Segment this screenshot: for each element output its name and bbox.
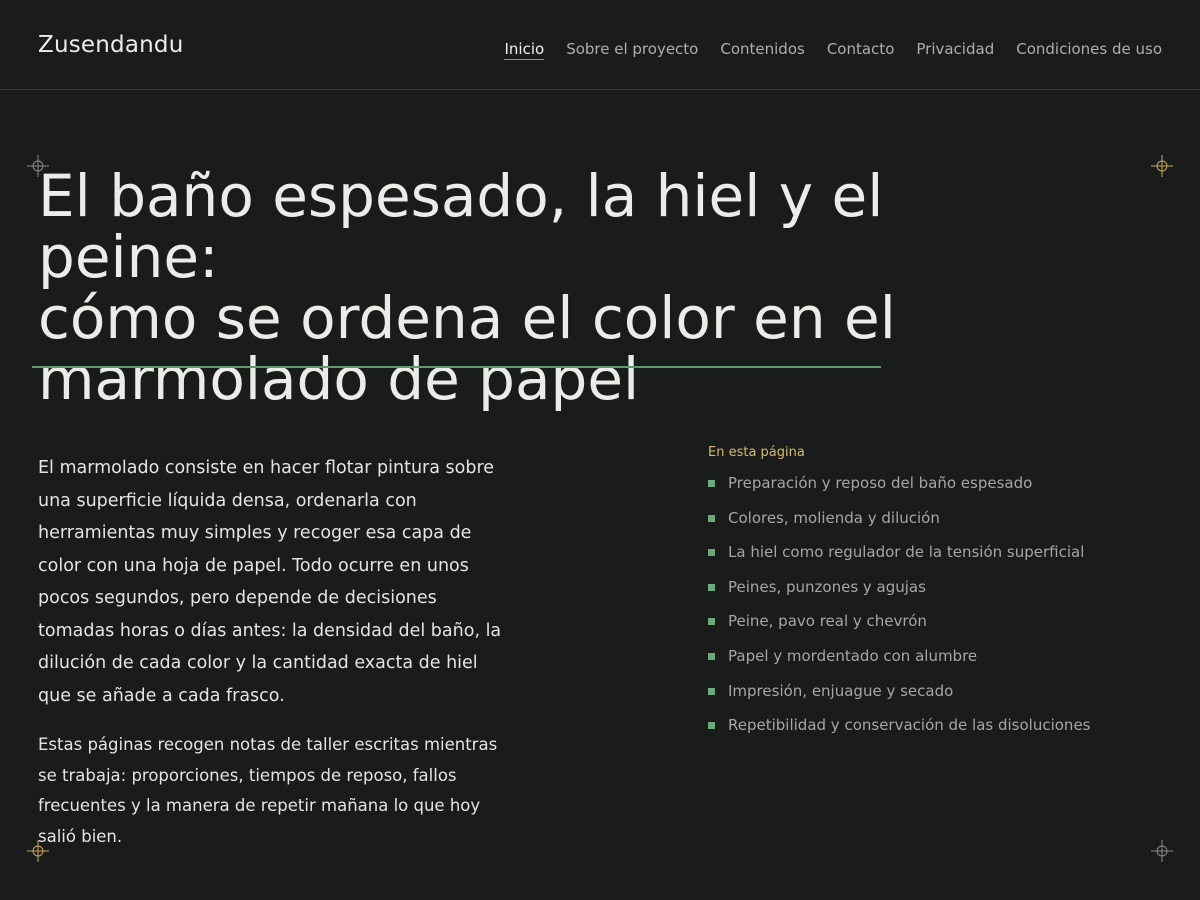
square-bullet-icon [708,583,715,591]
square-bullet-icon [708,652,715,660]
toc-link[interactable]: Colores, molienda y dilución [728,509,940,527]
toc-link[interactable]: Peines, punzones y agujas [728,578,926,596]
page-title: El baño espesado, la hiel y el peine: có… [38,166,918,410]
square-bullet-icon [708,687,715,695]
nav-link-sobre-el-proyecto[interactable]: Sobre el proyecto [566,40,698,60]
crosshair-icon [1151,840,1173,862]
crosshair-icon [1151,155,1173,177]
intro-section: El marmolado consiste en hacer flotar pi… [38,452,508,852]
page-title-line: El baño espesado, la hiel y el [38,162,884,230]
toc-item: Papel y mordentado con alumbre [708,647,1148,682]
site-header: Zusendandu Inicio Sobre el proyecto Cont… [0,0,1200,90]
page-title-line: marmolado de papel [38,345,640,413]
nav-link-inicio[interactable]: Inicio [504,40,545,60]
toc-list: Preparación y reposo del baño espesado C… [708,474,1148,751]
toc-item: Peine, pavo real y chevrón [708,612,1148,647]
square-bullet-icon [708,618,715,626]
toc-link[interactable]: Impresión, enjuague y secado [728,682,953,700]
intro-paragraph: El marmolado consiste en hacer flotar pi… [38,458,502,706]
nav-link-privacidad[interactable]: Privacidad [916,40,994,60]
nav-link-contacto[interactable]: Contacto [827,40,895,60]
toc-item: Preparación y reposo del baño espesado [708,474,1148,509]
toc-item: Peines, punzones y agujas [708,578,1148,613]
toc-link[interactable]: Preparación y reposo del baño espesado [728,474,1032,492]
nav-link-condiciones-de-uso[interactable]: Condiciones de uso [1016,40,1162,60]
title-underline-rule [32,366,881,368]
page-title-line: peine: [38,223,219,291]
square-bullet-icon [708,514,715,522]
main-nav: Inicio Sobre el proyecto Contenidos Cont… [482,40,1162,60]
square-bullet-icon [708,480,715,487]
toc-link[interactable]: Peine, pavo real y chevrón [728,612,927,630]
toc-item: Impresión, enjuague y secado [708,682,1148,717]
square-bullet-icon [708,549,715,557]
toc-link[interactable]: Papel y mordentado con alumbre [728,647,977,665]
intro-paragraph: Estas páginas recogen notas de taller es… [38,735,498,846]
nav-link-contenidos[interactable]: Contenidos [720,40,804,60]
toc-item: La hiel como regulador de la tensión sup… [708,543,1148,578]
site-logo-link[interactable]: Zusendandu [38,32,184,58]
square-bullet-icon [708,722,715,730]
toc-link[interactable]: Repetibilidad y conservación de las diso… [728,716,1090,734]
toc-item: Colores, molienda y dilución [708,509,1148,544]
toc-item: Repetibilidad y conservación de las diso… [708,716,1148,751]
toc-link[interactable]: La hiel como regulador de la tensión sup… [728,543,1084,561]
table-of-contents: En esta página Preparación y reposo del … [708,445,1148,751]
toc-heading: En esta página [708,445,805,460]
page-title-line: cómo se ordena el color en el [38,284,896,352]
